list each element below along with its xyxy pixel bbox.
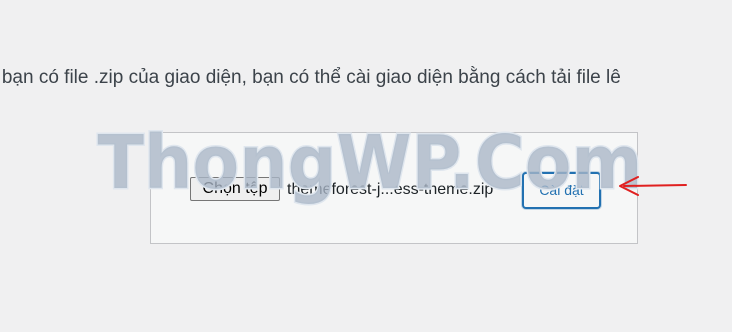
install-now-button[interactable]: Cài đặt: [522, 172, 601, 209]
upload-instruction-text: u bạn có file .zip của giao diện, bạn có…: [0, 67, 621, 88]
selected-file-name: themeforest-j...ess-theme.zip: [287, 181, 494, 198]
choose-file-button[interactable]: Chọn tệp: [190, 177, 280, 201]
